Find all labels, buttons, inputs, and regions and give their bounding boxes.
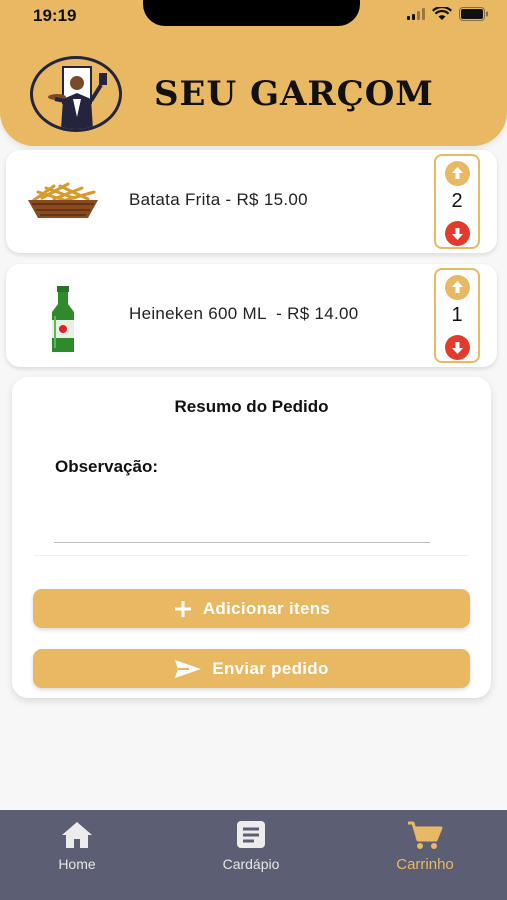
decrease-quantity-button[interactable]	[445, 335, 470, 360]
send-icon	[175, 659, 202, 678]
observation-input[interactable]	[54, 487, 430, 543]
add-items-label: Adicionar itens	[202, 598, 331, 618]
add-items-button[interactable]: Adicionar itens	[33, 589, 470, 628]
cart-item-card: Heineken 600 ML - R$ 14.00 1	[6, 264, 497, 367]
device-notch	[143, 0, 360, 26]
tab-home-label: Home	[58, 856, 96, 872]
tab-carrinho[interactable]: Carrinho	[370, 820, 480, 880]
arrow-up-icon	[452, 281, 463, 293]
send-order-label: Enviar pedido	[212, 658, 329, 678]
bottom-tab-bar: Home Cardápio Carrinho	[0, 810, 507, 900]
status-icons	[407, 7, 489, 21]
app-title: SEU GARÇOM	[154, 74, 434, 114]
signal-icon	[407, 8, 425, 20]
home-icon	[62, 822, 92, 848]
tab-cardapio[interactable]: Cardápio	[196, 820, 306, 880]
cart-item-card: Batata Frita - R$ 15.00 2	[6, 150, 497, 253]
arrow-up-icon	[452, 167, 463, 179]
waiter-logo	[30, 56, 122, 132]
tab-cardapio-label: Cardápio	[222, 856, 280, 872]
quantity-value: 1	[451, 304, 463, 326]
status-time: 19:19	[33, 6, 77, 25]
summary-title: Resumo do Pedido	[174, 397, 329, 416]
order-summary-card: Resumo do Pedido Observação: Adicionar i…	[12, 377, 491, 698]
quantity-value: 2	[451, 190, 463, 212]
tab-home[interactable]: Home	[22, 820, 132, 880]
battery-icon	[459, 7, 488, 21]
quantity-stepper: 1	[434, 268, 480, 363]
increase-quantity-button[interactable]	[445, 161, 470, 186]
fries-basket-icon	[24, 172, 102, 232]
cart-icon	[408, 821, 443, 849]
plus-icon	[174, 600, 191, 617]
decrease-quantity-button[interactable]	[445, 221, 470, 246]
item-label: Heineken 600 ML - R$ 14.00	[129, 304, 359, 323]
menu-list-icon	[237, 821, 265, 848]
send-order-button[interactable]: Enviar pedido	[33, 649, 470, 688]
beer-bottle-icon	[24, 284, 102, 352]
item-label: Batata Frita - R$ 15.00	[129, 190, 308, 209]
quantity-stepper: 2	[434, 154, 480, 249]
observation-label: Observação:	[55, 457, 158, 476]
wifi-icon	[432, 7, 452, 20]
tab-carrinho-label: Carrinho	[396, 856, 454, 873]
status-bar: 19:19	[0, 0, 507, 36]
arrow-down-icon	[452, 342, 463, 354]
arrow-down-icon	[452, 228, 463, 240]
increase-quantity-button[interactable]	[445, 275, 470, 300]
divider	[34, 555, 469, 556]
